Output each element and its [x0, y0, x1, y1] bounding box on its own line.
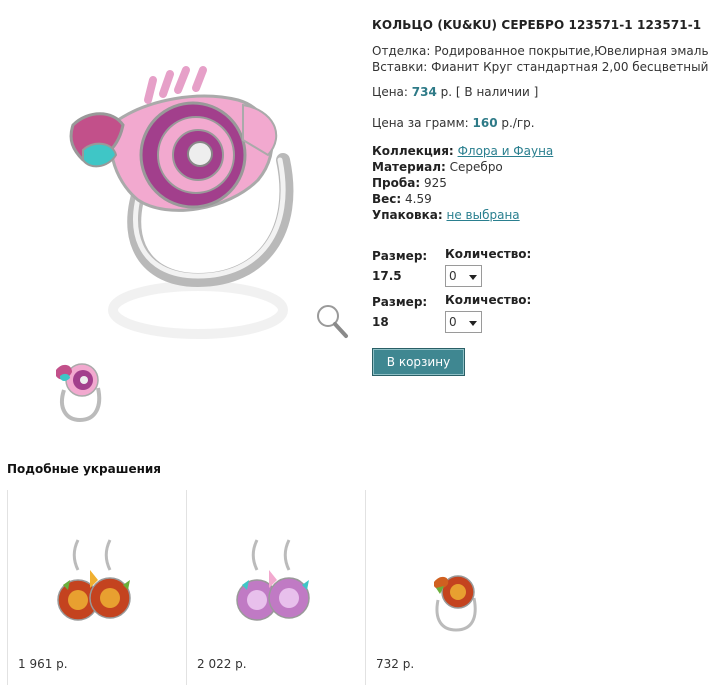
- material-label: Материал:: [372, 160, 446, 174]
- gram-price-label: Цена за грамм:: [372, 116, 469, 130]
- size-label: Размер: 18: [372, 295, 428, 329]
- similar-item-image: [434, 575, 477, 632]
- probe-value: 925: [423, 176, 447, 190]
- quantity-select[interactable]: 0: [445, 265, 482, 287]
- size-row: Размер: 18 Количество: 0: [372, 292, 572, 338]
- inserts-row: Вставки: Фианит Круг стандартная 2,00 бе…: [372, 59, 712, 75]
- similar-item-card[interactable]: 1 961 р.: [7, 490, 186, 685]
- material-value: Серебро: [449, 160, 503, 174]
- similar-item-card[interactable]: 2 022 р.: [186, 490, 365, 685]
- packaging-label: Упаковка:: [372, 208, 443, 222]
- quantity-label: Количество:: [445, 293, 532, 307]
- similar-item-price: 732 р.: [376, 657, 415, 671]
- similar-item-price: 1 961 р.: [18, 657, 68, 671]
- probe-row: Проба: 925: [372, 175, 712, 191]
- collection-link[interactable]: Флора и Фауна: [458, 144, 554, 158]
- product-main-image[interactable]: [28, 30, 350, 340]
- size-label: Размер: 17.5: [372, 249, 428, 283]
- add-to-cart-button[interactable]: В корзину: [372, 348, 465, 376]
- gram-price-value: 160: [472, 116, 498, 130]
- finish-value: Родированное покрытие,Ювелирная эмаль: [434, 44, 709, 58]
- product-info: КОЛЬЦО (KU&KU) СЕРЕБРО 123571-1 123571-1…: [372, 18, 712, 223]
- collection-row: Коллекция: Флора и Фауна: [372, 143, 712, 159]
- material-row: Материал: Серебро: [372, 159, 712, 175]
- collection-label: Коллекция:: [372, 144, 454, 158]
- similar-section-title: Подобные украшения: [7, 462, 162, 476]
- finish-row: Отделка: Родированное покрытие,Ювелирная…: [372, 43, 712, 59]
- similar-item-price: 2 022 р.: [197, 657, 247, 671]
- similar-item-card[interactable]: 732 р.: [365, 490, 544, 685]
- product-thumbnail[interactable]: [50, 350, 108, 428]
- size-quantity-grid: Размер: 17.5 Количество: 0 Размер: 18 Ко…: [372, 246, 572, 338]
- probe-label: Проба:: [372, 176, 421, 190]
- similar-item-image: [57, 539, 131, 621]
- packaging-row: Упаковка: не выбрана: [372, 207, 712, 223]
- weight-row: Вес: 4.59: [372, 191, 712, 207]
- chevron-down-icon: [469, 321, 477, 326]
- product-title: КОЛЬЦО (KU&KU) СЕРЕБРО 123571-1 123571-1: [372, 18, 702, 32]
- quantity-select[interactable]: 0: [445, 311, 482, 333]
- price-availability: р. [ В наличии ]: [440, 85, 539, 99]
- size-row: Размер: 17.5 Количество: 0: [372, 246, 572, 292]
- magnifier-icon[interactable]: [314, 302, 350, 342]
- similar-item-image: [236, 539, 310, 621]
- chevron-down-icon: [469, 275, 477, 280]
- gram-price-row: Цена за грамм: 160 р./гр.: [372, 115, 712, 131]
- packaging-link[interactable]: не выбрана: [447, 208, 520, 222]
- weight-label: Вес:: [372, 192, 402, 206]
- inserts-label: Вставки:: [372, 60, 428, 74]
- price-label: Цена:: [372, 85, 408, 99]
- weight-value: 4.59: [405, 192, 432, 206]
- price-row: Цена: 734 р. [ В наличии ]: [372, 84, 712, 100]
- price-value: 734: [411, 85, 437, 99]
- inserts-value: Фианит Круг стандартная 2,00 бесцветный: [431, 60, 709, 74]
- finish-label: Отделка:: [372, 44, 431, 58]
- gram-price-unit: р./гр.: [501, 116, 535, 130]
- similar-items: 1 961 р. 2 022 р. 732 р.: [7, 490, 547, 685]
- quantity-label: Количество:: [445, 247, 532, 261]
